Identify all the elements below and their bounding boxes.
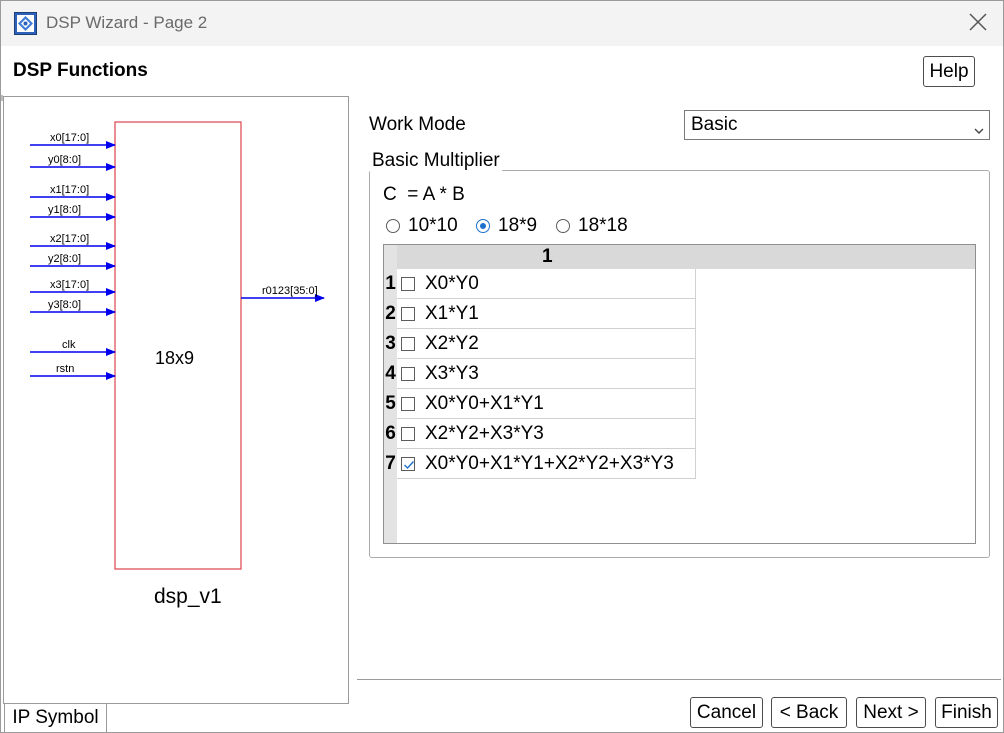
input-pin-label: y3[8:0]	[48, 299, 81, 311]
function-label: X2*Y2+X3*Y3	[425, 422, 544, 444]
dsp-app-icon	[14, 12, 37, 35]
ip-symbol-diagram: x0[17:0] y0[8:0] x1[17:0] y1[8:0] x2[17:0] y2…	[30, 121, 325, 608]
row-number: 7	[385, 453, 396, 474]
radio-18x18[interactable]: 18*18	[556, 214, 628, 238]
input-pin-label: y1[8:0]	[48, 204, 81, 216]
module-name: dsp_v1	[154, 585, 222, 608]
function-label: X1*Y1	[425, 302, 479, 324]
function-cell[interactable]: X0*Y0+X1*Y1	[397, 389, 696, 419]
column-header: 1	[397, 245, 975, 269]
row-number: 3	[385, 333, 396, 354]
finish-button[interactable]: Finish	[935, 697, 998, 728]
table-row: 7 X0*Y0+X1*Y1+X2*Y2+X3*Y3	[384, 449, 696, 479]
table-row: 6 X2*Y2+X3*Y3	[384, 419, 696, 449]
function-cell[interactable]: X1*Y1	[397, 299, 696, 329]
row-number: 5	[385, 393, 396, 414]
function-cell[interactable]: X0*Y0	[397, 269, 696, 299]
row-number: 6	[385, 423, 396, 444]
function-cell[interactable]: X2*Y2	[397, 329, 696, 359]
column-header-label: 1	[542, 246, 553, 267]
tab-ip-symbol[interactable]: IP Symbol	[4, 704, 107, 733]
function-checkbox[interactable]	[401, 366, 415, 381]
next-button[interactable]: Next >	[856, 697, 926, 728]
input-pin-label: x2[17:0]	[50, 233, 89, 245]
radio-10x10-label: 10*10	[408, 215, 458, 236]
help-button[interactable]: Help	[923, 56, 975, 87]
row-number: 1	[385, 273, 396, 294]
function-cell[interactable]: X0*Y0+X1*Y1+X2*Y2+X3*Y3	[397, 449, 696, 479]
radio-10x10[interactable]: 10*10	[386, 214, 458, 238]
work-mode-label: Work Mode	[369, 114, 466, 135]
checkmark-icon	[404, 460, 415, 469]
cancel-button[interactable]: Cancel	[690, 697, 763, 728]
function-label: X3*Y3	[425, 362, 479, 384]
input-pin-label: y2[8:0]	[48, 253, 81, 265]
page-title: DSP Functions	[13, 60, 148, 81]
window-title: DSP Wizard - Page 2	[46, 13, 208, 32]
input-pin-label: y0[8:0]	[48, 154, 81, 166]
function-checkbox[interactable]	[401, 306, 415, 321]
table-row: 4 X3*Y3	[384, 359, 696, 389]
table-row: 1 X0*Y0	[384, 269, 696, 299]
close-button[interactable]	[961, 9, 995, 39]
function-checkbox[interactable]	[401, 456, 415, 471]
radio-18x9[interactable]: 18*9	[476, 214, 537, 238]
title-bar: DSP Wizard - Page 2	[1, 1, 1003, 46]
basic-multiplier-title: Basic Multiplier	[370, 150, 502, 172]
ip-symbol-panel: x0[17:0] y0[8:0] x1[17:0] y1[8:0] x2[17:0] y2…	[3, 96, 349, 704]
radio-18x9-indicator[interactable]	[476, 219, 490, 233]
dsp-block	[114, 121, 242, 570]
footer-divider	[357, 679, 1001, 680]
function-table: 1 1 X0*Y0 2 X1*Y1 3 X2*Y2 4 X3*Y3 5 X0*Y0+X1*Y1 6 X…	[383, 244, 976, 544]
function-checkbox[interactable]	[401, 426, 415, 441]
radio-18x18-indicator[interactable]	[556, 219, 570, 233]
row-number: 2	[385, 303, 396, 324]
input-pin-label: x3[17:0]	[50, 279, 89, 291]
function-cell[interactable]: X2*Y2+X3*Y3	[397, 419, 696, 449]
function-label: X0*Y0+X1*Y1+X2*Y2+X3*Y3	[425, 452, 674, 474]
output-pin-label: r0123[35:0]	[262, 285, 318, 297]
work-mode-select[interactable]: Basic	[684, 110, 990, 140]
function-label: X0*Y0+X1*Y1	[425, 392, 544, 414]
function-checkbox[interactable]	[401, 396, 415, 411]
dsp-wizard-window: DSP Wizard - Page 2 DSP Functions Help x…	[0, 0, 1004, 733]
block-label: 18x9	[155, 348, 194, 368]
radio-18x18-label: 18*18	[578, 215, 628, 236]
function-label: X2*Y2	[425, 332, 479, 354]
work-mode-value: Basic	[691, 114, 738, 135]
table-row: 2 X1*Y1	[384, 299, 696, 329]
function-checkbox[interactable]	[401, 336, 415, 351]
function-cell[interactable]: X3*Y3	[397, 359, 696, 389]
row-number: 4	[385, 363, 396, 384]
input-pin-label: rstn	[56, 363, 74, 375]
function-label: X0*Y0	[425, 272, 479, 294]
back-button[interactable]: < Back	[771, 697, 847, 728]
table-row: 3 X2*Y2	[384, 329, 696, 359]
close-icon	[969, 12, 987, 36]
function-checkbox[interactable]	[401, 276, 415, 291]
input-pin-label: x0[17:0]	[50, 132, 89, 144]
radio-10x10-indicator[interactable]	[386, 219, 400, 233]
chevron-down-icon	[973, 120, 985, 142]
radio-18x9-label: 18*9	[498, 215, 538, 236]
input-pin-label: x1[17:0]	[50, 184, 89, 196]
formula-text: C = A * B	[383, 184, 465, 205]
input-pin-label: clk	[62, 339, 76, 351]
table-row: 5 X0*Y0+X1*Y1	[384, 389, 696, 419]
